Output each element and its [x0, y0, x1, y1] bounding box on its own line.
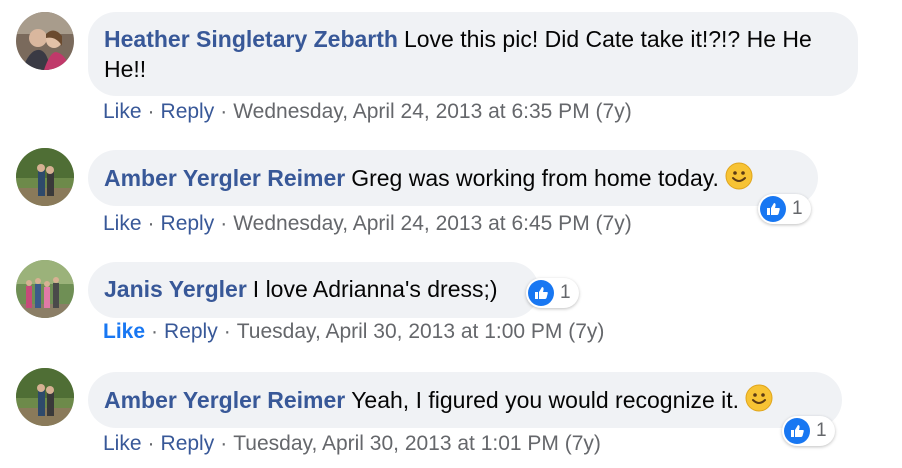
comment-timestamp[interactable]: Wednesday, April 24, 2013 at 6:45 PM (7y… [233, 212, 631, 235]
comment-timestamp[interactable]: Wednesday, April 24, 2013 at 6:35 PM (7y… [233, 100, 631, 123]
reply-link[interactable]: Reply [161, 100, 215, 123]
separator-dot: · [151, 320, 159, 343]
comment-timestamp[interactable]: Tuesday, April 30, 2013 at 1:01 PM (7y) [233, 432, 601, 455]
comment-author[interactable]: Amber Yergler Reimer [104, 387, 345, 413]
avatar[interactable] [16, 368, 74, 426]
comment-bubble: Amber Yergler Reimer Greg was working fro… [88, 150, 818, 206]
separator-dot: · [220, 212, 228, 235]
comment-author[interactable]: Janis Yergler [104, 276, 247, 302]
separator-dot: · [147, 212, 155, 235]
comment-text: Greg was working from home today. [351, 165, 719, 191]
reply-link[interactable]: Reply [161, 212, 215, 235]
reply-link[interactable]: Reply [164, 320, 218, 343]
avatar[interactable] [16, 12, 74, 70]
comment-actions: Like · Reply · Tuesday, April 30, 2013 at 1:… [103, 432, 601, 456]
comment-text: Yeah, I figured you would recognize it. [351, 387, 740, 413]
comment-actions: Like · Reply · Tuesday, April 30, 2013 at 1:… [103, 320, 604, 344]
reaction-count: 1 [792, 198, 803, 219]
comment-text: I love Adrianna's dress;) [252, 276, 498, 302]
comment-bubble: Heather Singletary Zebarth Love this pic!… [88, 12, 858, 96]
separator-dot: · [147, 100, 155, 123]
comment-bubble: Janis Yergler I love Adrianna's dress;) [88, 262, 539, 318]
separator-dot: · [220, 432, 228, 455]
comment-author[interactable]: Heather Singletary Zebarth [104, 26, 398, 52]
avatar[interactable] [16, 260, 74, 318]
comment-author[interactable]: Amber Yergler Reimer [104, 165, 345, 191]
reaction-count: 1 [560, 282, 571, 303]
reaction-count-badge[interactable]: 1 [782, 416, 835, 446]
avatar[interactable] [16, 148, 74, 206]
separator-dot: · [147, 432, 155, 455]
thumbs-up-icon [784, 418, 810, 444]
smile-emoji-icon [745, 384, 773, 419]
reaction-count-badge[interactable]: 1 [526, 278, 579, 308]
smile-emoji-icon [725, 162, 753, 197]
thumbs-up-icon [528, 280, 554, 306]
reaction-count: 1 [816, 420, 827, 441]
like-link[interactable]: Like [103, 100, 142, 123]
reply-link[interactable]: Reply [161, 432, 215, 455]
like-link[interactable]: Like [103, 320, 145, 343]
reaction-count-badge[interactable]: 1 [758, 194, 811, 224]
like-link[interactable]: Like [103, 212, 142, 235]
like-link[interactable]: Like [103, 432, 142, 455]
separator-dot: · [220, 100, 228, 123]
thumbs-up-icon [760, 196, 786, 222]
comment-actions: Like · Reply · Wednesday, April 24, 2013 at … [103, 212, 632, 236]
comment-actions: Like · Reply · Wednesday, April 24, 2013 at … [103, 100, 632, 124]
separator-dot: · [223, 320, 231, 343]
comment-timestamp[interactable]: Tuesday, April 30, 2013 at 1:00 PM (7y) [237, 320, 605, 343]
comment-bubble: Amber Yergler Reimer Yeah, I figured you … [88, 372, 842, 428]
